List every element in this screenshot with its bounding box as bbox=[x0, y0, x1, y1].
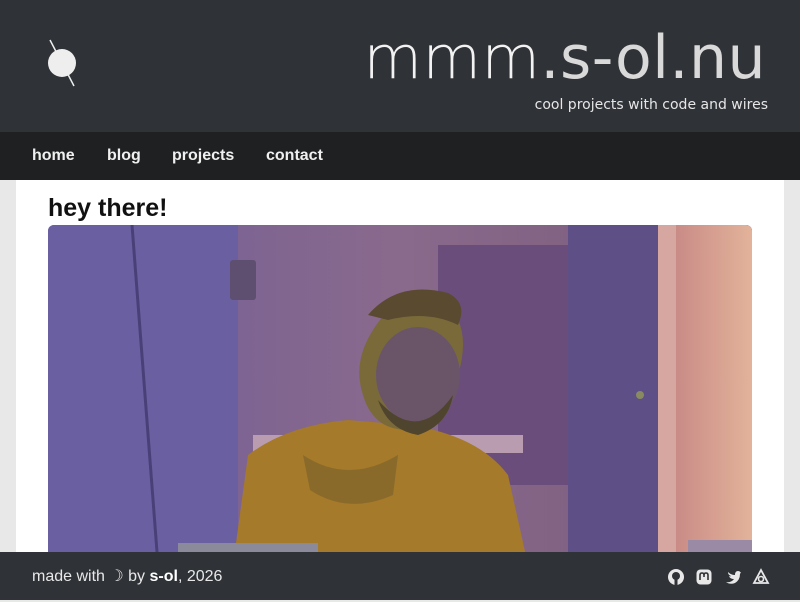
site-title-main: mmm bbox=[363, 23, 541, 93]
social-links bbox=[661, 568, 770, 586]
main-content: hey there! bbox=[16, 180, 784, 552]
nav-item-projects[interactable]: projects bbox=[172, 132, 234, 180]
footer-credit: made with ☽ by s-ol, 2026 bbox=[32, 552, 222, 602]
site-title[interactable]: mmm.s-ol.nu bbox=[364, 22, 766, 94]
site-footer: made with ☽ by s-ol, 2026 bbox=[0, 552, 800, 600]
footer-made-with: made with ☽ by bbox=[32, 568, 150, 585]
nav-item-home[interactable]: home bbox=[32, 132, 75, 180]
footer-year: , 2026 bbox=[177, 568, 223, 585]
site-header: mmm.s-ol.nu cool projects with code and … bbox=[0, 0, 800, 132]
moon-logo-icon[interactable] bbox=[42, 36, 82, 90]
footer-author-link[interactable]: s-ol bbox=[150, 568, 178, 585]
other-icon[interactable] bbox=[752, 568, 770, 586]
twitter-icon[interactable] bbox=[724, 568, 742, 586]
site-tagline: cool projects with code and wires bbox=[534, 97, 768, 113]
site-title-domain: .s-ol.nu bbox=[540, 23, 766, 93]
main-nav: home blog projects contact bbox=[0, 132, 800, 180]
mastodon-icon[interactable] bbox=[695, 568, 713, 586]
portrait-photo bbox=[48, 225, 752, 552]
page-heading: hey there! bbox=[48, 194, 168, 222]
nav-item-contact[interactable]: contact bbox=[266, 132, 323, 180]
nav-item-blog[interactable]: blog bbox=[107, 132, 141, 180]
github-icon[interactable] bbox=[667, 568, 685, 586]
portrait-photo-image bbox=[48, 225, 752, 552]
